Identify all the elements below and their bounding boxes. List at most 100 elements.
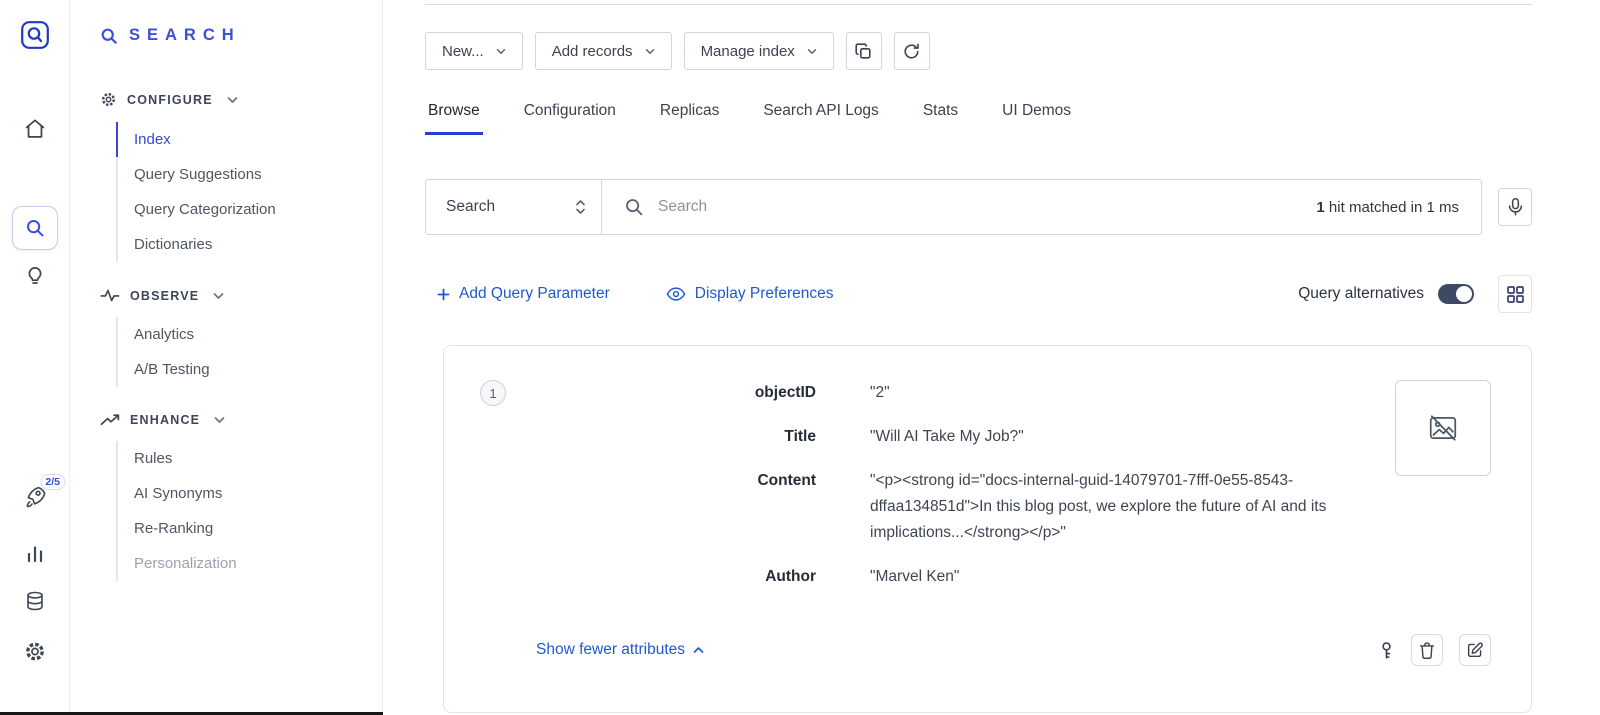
display-preferences-link[interactable]: Display Preferences xyxy=(666,285,834,303)
index-toolbar: New... Add records Manage index xyxy=(425,32,1532,70)
hit-card: 1 objectID "2" Title "Will AI Take My Jo… xyxy=(443,345,1532,713)
hit-actions xyxy=(1378,634,1491,666)
tab-ui-demos[interactable]: UI Demos xyxy=(999,102,1074,135)
top-divider xyxy=(425,4,1532,5)
chevron-down-icon xyxy=(214,416,225,424)
search-input[interactable] xyxy=(658,198,1316,216)
add-records-label: Add records xyxy=(552,43,633,60)
query-alternatives-toggle[interactable] xyxy=(1438,284,1474,304)
sidebar-item-ai-synonyms[interactable]: AI Synonyms xyxy=(116,476,382,511)
add-query-parameter-label: Add Query Parameter xyxy=(459,285,610,303)
section-configure[interactable]: CONFIGURE xyxy=(100,91,382,108)
sidebar-item-index[interactable]: Index xyxy=(116,122,382,157)
rocket-icon[interactable]: 2/5 xyxy=(22,484,47,509)
attribute-name: Content xyxy=(524,468,816,546)
activity-icon xyxy=(100,288,120,303)
tab-stats[interactable]: Stats xyxy=(920,102,961,135)
new-button-label: New... xyxy=(442,43,484,60)
section-observe[interactable]: OBSERVE xyxy=(100,288,382,303)
voice-search-button[interactable] xyxy=(1498,188,1532,226)
tab-search-api-logs[interactable]: Search API Logs xyxy=(760,102,881,135)
image-placeholder xyxy=(1395,380,1491,476)
hits-count: 1 xyxy=(1316,199,1324,216)
sidebar-item-query-categorization[interactable]: Query Categorization xyxy=(116,192,382,227)
tab-browse[interactable]: Browse xyxy=(425,102,483,135)
attribute-row: Title "Will AI Take My Job?" xyxy=(524,424,1377,450)
enhance-items: Rules AI Synonyms Re-Ranking Personaliza… xyxy=(116,441,382,581)
sidebar-item-analytics[interactable]: Analytics xyxy=(116,317,382,352)
attribute-row: Author "Marvel Ken" xyxy=(524,564,1377,590)
query-alternatives-label: Query alternatives xyxy=(1298,285,1424,303)
main-content: New... Add records Manage index xyxy=(383,0,1600,715)
bar-chart-icon[interactable] xyxy=(24,542,46,564)
home-icon[interactable] xyxy=(22,116,47,141)
sidebar-item-rules[interactable]: Rules xyxy=(116,441,382,476)
search-mode-label: Search xyxy=(446,198,495,216)
observe-items: Analytics A/B Testing xyxy=(116,317,382,387)
attribute-name: Title xyxy=(524,424,816,450)
search-mode-selector[interactable]: Search xyxy=(426,180,602,234)
brand-label: SEARCH xyxy=(129,26,241,45)
sidebar-item-re-ranking[interactable]: Re-Ranking xyxy=(116,511,382,546)
add-query-parameter-link[interactable]: Add Query Parameter xyxy=(437,285,610,303)
edit-pencil-icon xyxy=(1466,641,1484,659)
show-fewer-label: Show fewer attributes xyxy=(536,641,685,659)
algolia-logo-icon xyxy=(20,20,50,50)
trending-up-icon xyxy=(100,413,120,427)
manage-index-label: Manage index xyxy=(701,43,795,60)
section-enhance[interactable]: ENHANCE xyxy=(100,413,382,427)
app-rail: 2/5 xyxy=(0,0,70,715)
sidebar: SEARCH CONFIGURE Index Query Suggestions… xyxy=(70,0,383,715)
key-icon xyxy=(1378,641,1395,660)
section-label: ENHANCE xyxy=(130,413,200,427)
database-icon[interactable] xyxy=(24,590,46,612)
query-options-row: Add Query Parameter Display Preferences … xyxy=(425,275,1532,313)
sidebar-item-query-suggestions[interactable]: Query Suggestions xyxy=(116,157,382,192)
product-brand[interactable]: SEARCH xyxy=(100,26,382,45)
gear-icon[interactable] xyxy=(23,640,46,663)
microphone-icon xyxy=(1506,197,1525,217)
refresh-button[interactable] xyxy=(894,32,930,70)
attribute-name: Author xyxy=(524,564,816,590)
image-off-icon xyxy=(1427,413,1459,443)
chevron-down-icon xyxy=(227,96,238,104)
copy-button[interactable] xyxy=(846,32,882,70)
algolia-logo[interactable] xyxy=(20,20,50,50)
attribute-value: "2" xyxy=(870,380,1377,406)
chevron-down-icon xyxy=(645,48,655,55)
up-down-chevrons-icon xyxy=(574,199,587,215)
usage-badge: 2/5 xyxy=(40,474,65,490)
sidebar-item-ab-testing[interactable]: A/B Testing xyxy=(116,352,382,387)
tab-replicas[interactable]: Replicas xyxy=(657,102,722,135)
search-magnifier-icon xyxy=(624,197,644,217)
delete-record-button[interactable] xyxy=(1411,634,1443,666)
plus-icon xyxy=(437,288,450,301)
refresh-icon xyxy=(902,42,921,61)
add-records-button[interactable]: Add records xyxy=(535,32,672,70)
copy-icon xyxy=(854,42,873,61)
search-icon[interactable] xyxy=(12,206,58,250)
show-fewer-attributes-link[interactable]: Show fewer attributes xyxy=(536,641,704,659)
edit-record-button[interactable] xyxy=(1459,634,1491,666)
lightbulb-icon[interactable] xyxy=(24,264,46,286)
attribute-row: objectID "2" xyxy=(524,380,1377,406)
chevron-down-icon xyxy=(496,48,506,55)
tab-configuration[interactable]: Configuration xyxy=(521,102,619,135)
new-button[interactable]: New... xyxy=(425,32,523,70)
section-label: OBSERVE xyxy=(130,289,199,303)
attribute-name: objectID xyxy=(524,380,816,406)
manage-index-button[interactable]: Manage index xyxy=(684,32,834,70)
app-window: 2/5 SEARCH xyxy=(0,0,1600,715)
hit-attributes: objectID "2" Title "Will AI Take My Job?… xyxy=(524,380,1377,608)
ranking-key-button[interactable] xyxy=(1378,641,1395,660)
search-brand-icon xyxy=(100,27,118,45)
sidebar-item-personalization[interactable]: Personalization xyxy=(116,546,382,581)
hits-text: hit matched in 1 ms xyxy=(1325,199,1459,216)
hit-footer: Show fewer attributes xyxy=(480,634,1491,666)
configure-items: Index Query Suggestions Query Categoriza… xyxy=(116,122,382,262)
configure-gear-icon xyxy=(100,91,117,108)
view-mode-button[interactable] xyxy=(1498,275,1532,313)
chevron-down-icon xyxy=(807,48,817,55)
attribute-value: "Marvel Ken" xyxy=(870,564,1377,590)
sidebar-item-dictionaries[interactable]: Dictionaries xyxy=(116,227,382,262)
